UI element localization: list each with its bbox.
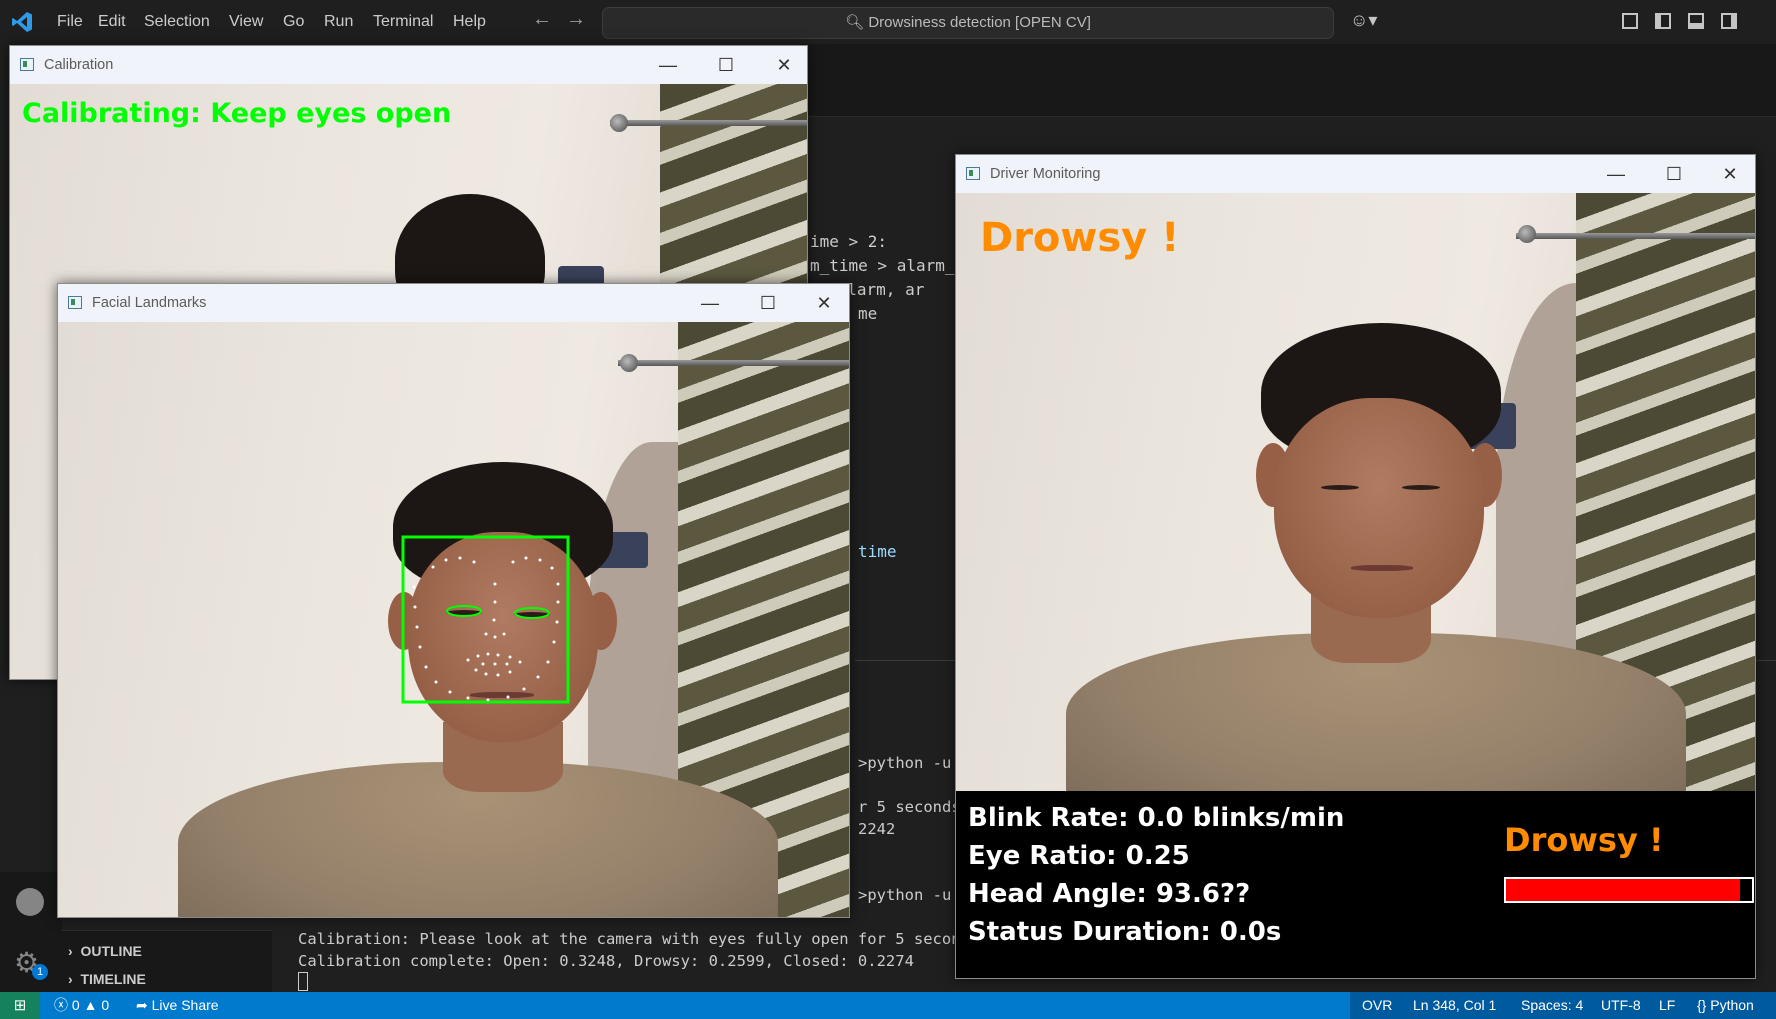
code-line: ime > 2: — [810, 232, 888, 251]
accounts-icon[interactable] — [16, 888, 44, 916]
close-button[interactable]: ✕ — [801, 284, 847, 322]
status-duration-readout: Status Duration: 0.0s — [968, 917, 1282, 947]
editor-tab-strip — [800, 44, 1776, 117]
menu-file[interactable]: File — [57, 0, 83, 44]
code-line: m_time > alarm_ — [810, 256, 955, 275]
menu-view[interactable]: View — [229, 0, 263, 44]
maximize-button[interactable]: ☐ — [745, 284, 791, 322]
cursor-position[interactable]: Ln 348, Col 1 — [1413, 992, 1496, 1019]
terminal-line: 2242 — [858, 820, 896, 838]
app-icon — [20, 58, 34, 71]
language-label: Python — [1710, 997, 1754, 1013]
overwrite-mode[interactable]: OVR — [1362, 992, 1392, 1019]
window-title: Calibration — [44, 57, 114, 73]
alert-level-fill — [1506, 879, 1740, 901]
command-center-label: Drowsiness detection [OPEN CV] — [868, 14, 1091, 31]
monitor-camera-feed — [956, 193, 1755, 791]
menu-terminal[interactable]: Terminal — [373, 0, 433, 44]
code-line: me — [858, 304, 878, 323]
menu-help[interactable]: Help — [453, 0, 486, 44]
drowsy-alert-panel: Drowsy ! — [1504, 821, 1664, 859]
warning-icon: ▲ — [83, 997, 98, 1013]
window-title: Driver Monitoring — [990, 166, 1101, 182]
minimize-button[interactable]: — — [1593, 155, 1639, 193]
language-mode[interactable]: {} Python — [1697, 992, 1754, 1019]
facial-landmarks-window: Facial Landmarks — ☐ ✕ — [57, 283, 850, 918]
window-title: Facial Landmarks — [92, 295, 207, 311]
eye-ratio-readout: Eye Ratio: 0.25 — [968, 841, 1190, 871]
title-bar: File Edit Selection View Go Run Terminal… — [0, 0, 1776, 44]
live-share-button[interactable]: ➦ Live Share — [136, 992, 219, 1019]
terminal-line: >python -u — [858, 886, 952, 904]
terminal-cursor — [298, 972, 308, 991]
right-eye-contour — [514, 607, 550, 619]
copilot-icon[interactable]: ☺▾ — [1350, 10, 1377, 31]
code-line: time — [858, 542, 897, 561]
remote-indicator-icon[interactable]: ⊞ — [0, 992, 40, 1019]
back-arrow-icon[interactable]: ← — [532, 8, 552, 31]
forward-arrow-icon[interactable]: → — [566, 8, 586, 31]
timeline-label: TIMELINE — [80, 971, 146, 987]
live-share-label: Live Share — [151, 997, 219, 1013]
maximize-button[interactable]: ☐ — [703, 46, 749, 84]
chevron-right-icon: › — [68, 971, 81, 987]
toggle-panel-icon[interactable] — [1688, 13, 1704, 29]
landmarks-camera-feed — [58, 322, 849, 917]
braces-icon: {} — [1697, 997, 1707, 1013]
menu-go[interactable]: Go — [283, 0, 304, 44]
chevron-right-icon: › — [68, 943, 81, 959]
app-icon — [966, 167, 980, 180]
vscode-logo-icon — [12, 12, 32, 32]
menu-selection[interactable]: Selection — [144, 0, 210, 44]
minimize-button[interactable]: — — [687, 284, 733, 322]
landmark-points — [412, 556, 560, 702]
calibration-overlay-text: Calibrating: Keep eyes open — [22, 98, 452, 129]
file-encoding[interactable]: UTF-8 — [1601, 992, 1641, 1019]
face-bounding-box — [401, 535, 570, 704]
indentation[interactable]: Spaces: 4 — [1521, 992, 1583, 1019]
warning-count: 0 — [101, 997, 110, 1013]
head-angle-readout: Head Angle: 93.6?? — [968, 879, 1251, 909]
end-of-line[interactable]: LF — [1659, 992, 1675, 1019]
left-eye-contour — [446, 605, 482, 617]
minimize-button[interactable]: — — [645, 46, 691, 84]
customize-layout-icon[interactable] — [1622, 13, 1638, 29]
blink-rate-readout: Blink Rate: 0.0 blinks/min — [968, 803, 1345, 833]
window-titlebar: Driver Monitoring — ☐ ✕ — [956, 155, 1755, 193]
settings-badge: 1 — [32, 964, 48, 980]
share-arrow-icon: ➦ — [136, 997, 148, 1013]
menu-edit[interactable]: Edit — [98, 0, 126, 44]
terminal-line: >python -u — [858, 754, 952, 772]
terminal-line: r 5 seconds — [858, 798, 961, 816]
command-center-search[interactable]: 🔍︎ Drowsiness detection [OPEN CV] — [602, 7, 1334, 39]
error-icon: ⓧ — [54, 997, 68, 1013]
outline-section[interactable]: › OUTLINE — [68, 943, 142, 959]
window-titlebar: Calibration — ☐ ✕ — [10, 46, 807, 84]
maximize-button[interactable]: ☐ — [1651, 155, 1697, 193]
outline-label: OUTLINE — [80, 943, 142, 959]
driver-monitoring-window: Driver Monitoring — ☐ ✕ Drowsy ! Blink R… — [955, 154, 1756, 979]
problems-indicator[interactable]: ⓧ 0 ▲ 0 — [54, 992, 109, 1019]
toggle-secondary-sidebar-icon[interactable] — [1721, 13, 1737, 29]
terminal-line: Calibration complete: Open: 0.3248, Drow… — [298, 952, 914, 970]
error-count: 0 — [71, 997, 80, 1013]
alert-level-bar — [1504, 877, 1754, 903]
timeline-section[interactable]: › TIMELINE — [68, 971, 146, 987]
landmark-overlay — [401, 535, 570, 704]
drowsy-alert-top: Drowsy ! — [980, 215, 1180, 261]
terminal-line: Calibration: Please look at the camera w… — [298, 930, 980, 948]
close-button[interactable]: ✕ — [761, 46, 807, 84]
app-icon — [68, 296, 82, 309]
search-icon: 🔍︎ — [845, 14, 865, 31]
window-titlebar: Facial Landmarks — ☐ ✕ — [58, 284, 849, 322]
close-button[interactable]: ✕ — [1707, 155, 1753, 193]
menu-run[interactable]: Run — [324, 0, 353, 44]
toggle-primary-sidebar-icon[interactable] — [1655, 13, 1671, 29]
